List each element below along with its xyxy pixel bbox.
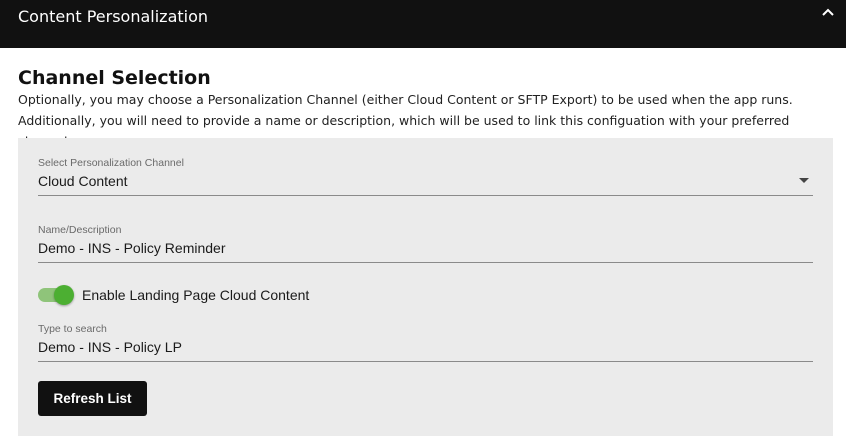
- channel-select-value[interactable]: Cloud Content: [38, 173, 813, 195]
- channel-select-label: Select Personalization Channel: [38, 157, 184, 169]
- channel-form-panel: Select Personalization Channel Cloud Con…: [18, 138, 833, 436]
- section-header-title: Content Personalization: [18, 7, 209, 26]
- section-header-bar[interactable]: Content Personalization: [0, 0, 846, 48]
- refresh-list-button[interactable]: Refresh List: [38, 381, 147, 416]
- name-description-label: Name/Description: [38, 224, 122, 236]
- landing-page-toggle-label: Enable Landing Page Cloud Content: [82, 287, 310, 303]
- landing-page-toggle[interactable]: [38, 285, 74, 305]
- dropdown-arrow-icon[interactable]: [799, 178, 809, 183]
- channel-select[interactable]: Select Personalization Channel Cloud Con…: [38, 157, 813, 196]
- name-description-field[interactable]: Name/Description Demo - INS - Policy Rem…: [38, 224, 813, 263]
- search-field[interactable]: Type to search Demo - INS - Policy LP: [38, 323, 813, 362]
- search-field-value[interactable]: Demo - INS - Policy LP: [38, 339, 813, 361]
- name-description-value[interactable]: Demo - INS - Policy Reminder: [38, 240, 813, 262]
- toggle-knob[interactable]: [54, 285, 74, 305]
- chevron-up-icon[interactable]: [820, 6, 836, 18]
- search-field-label: Type to search: [38, 323, 107, 335]
- section-title: Channel Selection: [18, 67, 211, 89]
